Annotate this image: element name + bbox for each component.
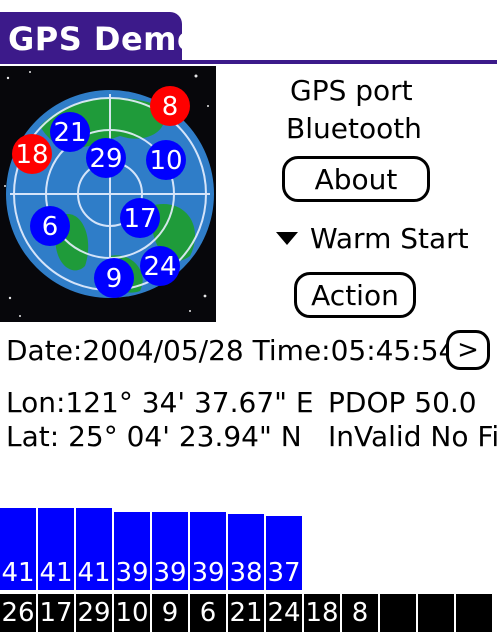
satellite-marker: 10	[146, 140, 186, 180]
pdop-readout: PDOP 50.0	[328, 386, 477, 419]
datetime-readout: Date:2004/05/28 Time:05:45:54	[6, 334, 457, 367]
satellite-marker: 8	[150, 86, 190, 126]
prn-cell: 9	[152, 594, 188, 632]
longitude-readout: Lon:121° 34' 37.67" E	[6, 386, 314, 419]
satellite-marker: 29	[86, 138, 126, 178]
sky-view: 8 21 18 29 10 6 17 24 9	[0, 66, 216, 322]
about-button[interactable]: About	[282, 156, 430, 202]
satellite-marker: 6	[30, 206, 70, 246]
signal-bar: 41	[38, 508, 74, 590]
satellite-marker: 9	[94, 258, 134, 298]
prn-cell: 21	[228, 594, 264, 632]
satellite-prn: 29	[89, 144, 122, 174]
prn-cell	[380, 594, 416, 632]
dropdown-arrow-icon	[276, 231, 298, 245]
prn-cell: 24	[266, 594, 302, 632]
satellite-prn: 10	[149, 146, 182, 176]
prn-row: 26 17 29 10 9 6 21 24 18 8	[0, 594, 497, 632]
satellite-marker: 24	[140, 246, 180, 286]
satellite-prn: 21	[53, 118, 86, 148]
satellite-marker: 18	[12, 134, 52, 174]
prn-cell: 17	[38, 594, 74, 632]
satellite-marker: 21	[50, 112, 90, 152]
app-title: GPS Demo	[8, 20, 200, 58]
signal-bar: 41	[76, 508, 112, 590]
next-button[interactable]: >	[446, 330, 490, 370]
satellite-prn: 17	[123, 204, 156, 234]
mode-select-value: Warm Start	[310, 221, 469, 255]
prn-cell: 18	[304, 594, 340, 632]
latitude-readout: Lat: 25° 04' 23.94" N	[6, 420, 302, 453]
prn-cell: 6	[190, 594, 226, 632]
satellite-prn: 9	[106, 264, 123, 294]
satellite-marker: 17	[120, 198, 160, 238]
satellite-prn: 18	[15, 140, 48, 170]
prn-cell: 10	[114, 594, 150, 632]
signal-bar: 38	[228, 514, 264, 590]
prn-cell: 29	[76, 594, 112, 632]
gps-port-label: GPS port	[290, 74, 413, 107]
satellite-prn: 24	[143, 252, 176, 282]
action-button[interactable]: Action	[294, 272, 416, 318]
signal-bar: 37	[266, 516, 302, 590]
fix-status: InValid No Fix	[328, 420, 497, 453]
gps-port-value: Bluetooth	[286, 112, 422, 145]
signal-bar: 41	[0, 508, 36, 590]
signal-bar: 39	[190, 512, 226, 590]
sky-plot-svg: 8 2118 29 10 6 17 24 9	[4, 71, 214, 317]
prn-cell	[456, 594, 492, 632]
prn-cell: 8	[342, 594, 378, 632]
title-underline	[0, 60, 497, 64]
prn-cell	[418, 594, 454, 632]
signal-bar: 39	[152, 512, 188, 590]
signal-bars: 41 41 41 39 39 39 38 37	[0, 490, 497, 590]
prn-cell: 26	[0, 594, 36, 632]
signal-bar: 39	[114, 512, 150, 590]
satellite-prn: 8	[162, 92, 179, 122]
mode-select[interactable]: Warm Start	[276, 218, 469, 258]
satellite-prn: 6	[42, 212, 59, 242]
